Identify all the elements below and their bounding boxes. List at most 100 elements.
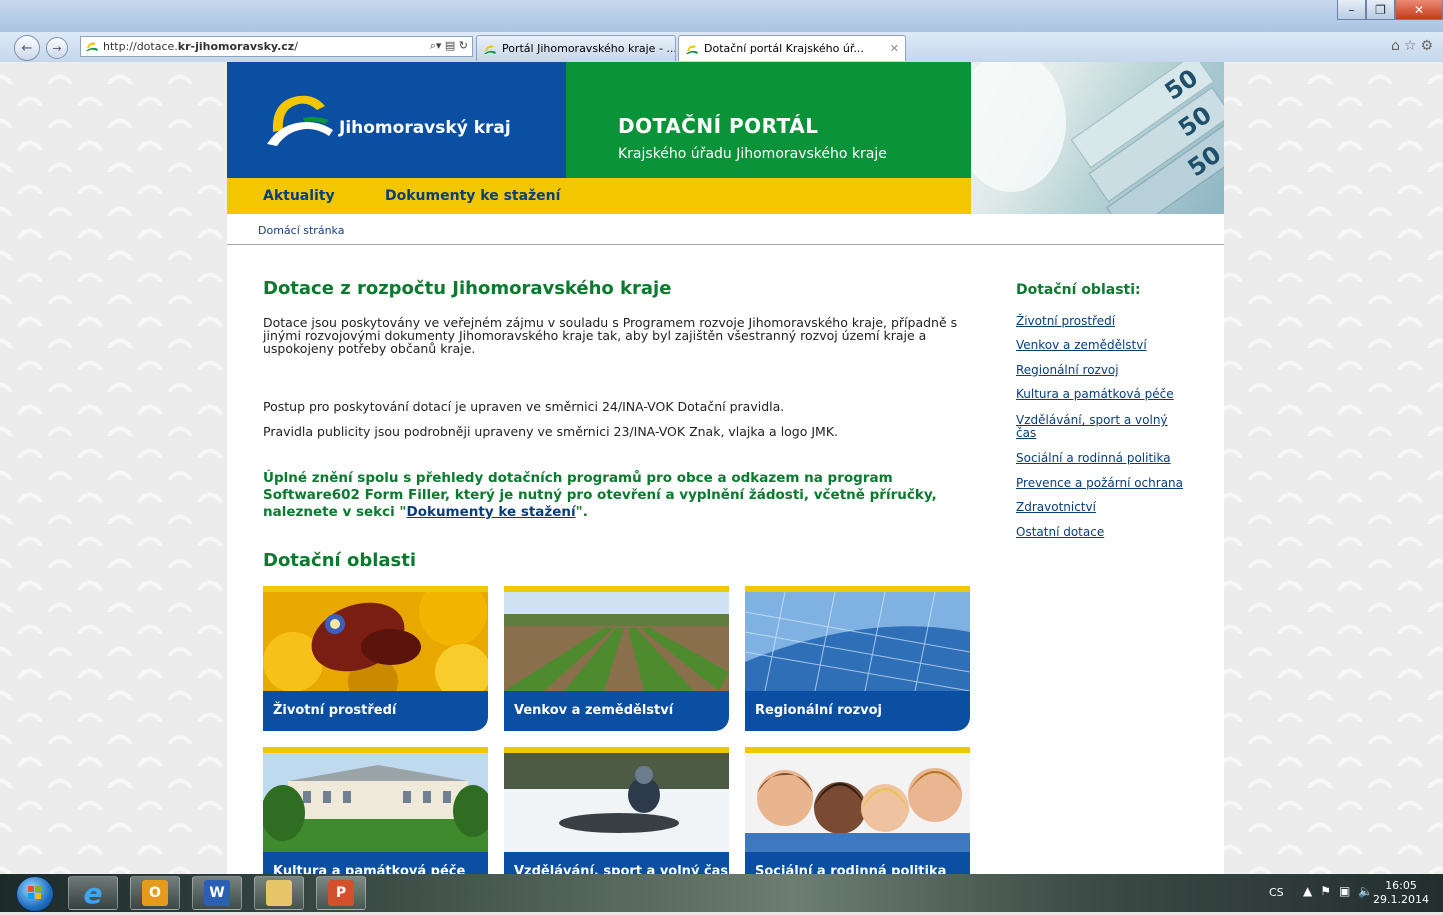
tray-icons: ▲⚑▣🔈 — [1303, 884, 1381, 898]
sidebar-link-venkov[interactable]: Venkov a zemědělství — [1016, 339, 1186, 352]
close-window-button[interactable]: ✕ — [1395, 0, 1443, 20]
taskbar-powerpoint[interactable]: P — [316, 876, 366, 910]
minimize-button[interactable]: – — [1337, 0, 1366, 20]
clock-date: 29.1.2014 — [1373, 893, 1429, 906]
word-icon: W — [204, 880, 230, 906]
portal-subtitle: Krajského úřadu Jihomoravského kraje — [618, 146, 887, 162]
window-controls: – ❐ ✕ — [1337, 0, 1443, 20]
clock-time: 16:05 — [1385, 879, 1417, 892]
powerpoint-icon: P — [328, 880, 354, 906]
snowboarder-photo — [504, 753, 729, 852]
tile-venkov[interactable]: Venkov a zemědělství — [504, 586, 729, 731]
tile-label: Životní prostředí — [263, 691, 488, 731]
young-people-photo — [745, 753, 970, 852]
address-bar[interactable]: http://dotace.kr-jihomoravsky.cz/ ⌕▾ ▤ ↻ — [80, 36, 473, 57]
sidebar-link-kultura[interactable]: Kultura a památková péče — [1016, 388, 1186, 401]
nav-aktuality[interactable]: Aktuality — [263, 188, 335, 204]
internet-explorer-icon: e — [83, 876, 103, 910]
sidebar-link-zdravotnictvi[interactable]: Zdravotnictví — [1016, 501, 1186, 514]
folder-icon — [266, 880, 292, 906]
language-indicator[interactable]: CS — [1269, 886, 1284, 899]
tab-label: Portál Jihomoravského kraje - ... — [502, 42, 676, 55]
breadcrumb[interactable]: Domácí stránka — [258, 224, 344, 237]
site-favicon-icon — [686, 45, 698, 54]
tile-zivotni-prostredi[interactable]: Životní prostředí — [263, 586, 488, 731]
page-title: Dotace z rozpočtu Jihomoravského kraje — [263, 278, 672, 299]
tile-label: Venkov a zemědělství — [504, 691, 729, 731]
tab-label: Dotační portál Krajského úř... — [704, 42, 864, 55]
forward-button[interactable]: → — [46, 37, 68, 59]
publicity-paragraph: Pravidla publicity jsou podrobněji uprav… — [263, 424, 839, 439]
sidebar-link-regionalni-rozvoj[interactable]: Regionální rozvoj — [1016, 364, 1186, 377]
sidebar-link-ostatni[interactable]: Ostatní dotace — [1016, 526, 1186, 539]
portal-title: DOTAČNÍ PORTÁL — [618, 114, 819, 138]
areas-heading: Dotační oblasti — [263, 550, 417, 571]
refresh-icon[interactable]: ↻ — [459, 39, 468, 52]
address-tools: ⌕▾ ▤ ↻ — [430, 39, 468, 53]
divider — [227, 244, 1224, 245]
chateau-photo — [263, 753, 488, 852]
clock[interactable]: 16:05 29.1.2014 — [1373, 879, 1429, 907]
tab-dotacni-portal[interactable]: Dotační portál Krajského úř... ✕ — [678, 35, 906, 61]
header-title-area: DOTAČNÍ PORTÁL Krajského úřadu Jihomorav… — [566, 62, 971, 178]
browser-titlebar: – ❐ ✕ — [0, 0, 1443, 32]
site-favicon-icon — [86, 42, 98, 51]
tile-vzdelavani[interactable]: Vzdělávání, sport a volný čas — [504, 747, 729, 874]
documents-notice: Úplné znění spolu s přehledy dotačních p… — [263, 470, 973, 521]
website: Jihomoravský kraj DOTAČNÍ PORTÁL Krajské… — [227, 62, 1224, 874]
nav-dokumenty[interactable]: Dokumenty ke stažení — [385, 188, 560, 204]
show-hidden-icons-icon[interactable]: ▲ — [1303, 884, 1320, 898]
taskbar-internet-explorer[interactable]: e — [68, 876, 118, 910]
sidebar-link-vzdelavani[interactable]: Vzdělávání, sport a volný čas — [1016, 414, 1186, 440]
favorites-star-icon[interactable]: ☆ — [1404, 38, 1421, 54]
notice-text-end: ". — [575, 504, 588, 520]
outlook-icon: O — [142, 880, 168, 906]
tile-kultura[interactable]: Kultura a památková péče — [263, 747, 488, 874]
forward-arrow-icon: → — [52, 41, 62, 55]
banknotes-image: 50 50 50 — [971, 62, 1224, 214]
back-arrow-icon: ← — [21, 40, 33, 56]
rules-paragraph: Postup pro poskytování dotací je upraven… — [263, 399, 785, 414]
glass-building-photo — [745, 592, 970, 691]
jmk-logo-icon — [267, 95, 333, 146]
compat-view-icon[interactable]: ▤ — [445, 39, 455, 52]
address-url: http://dotace.kr-jihomoravsky.cz/ — [103, 40, 298, 53]
site-favicon-icon — [484, 45, 496, 54]
header-logo-area[interactable]: Jihomoravský kraj — [227, 62, 566, 178]
tab-portal-kraje[interactable]: Portál Jihomoravského kraje - ... — [476, 35, 676, 61]
sidebar-title: Dotační oblasti: — [1016, 282, 1141, 298]
tile-socialni[interactable]: Sociální a rodinná politika — [745, 747, 970, 874]
documents-link[interactable]: Dokumenty ke stažení — [406, 504, 575, 520]
vineyard-photo — [504, 592, 729, 691]
sidebar-link-socialni[interactable]: Sociální a rodinná politika — [1016, 452, 1186, 465]
windows-logo-icon — [28, 886, 41, 899]
taskbar-word[interactable]: W — [192, 876, 242, 910]
network-icon[interactable]: ▣ — [1339, 884, 1358, 898]
action-center-flag-icon[interactable]: ⚑ — [1320, 884, 1339, 898]
home-icon[interactable]: ⌂ — [1391, 38, 1404, 54]
header-banknotes-photo: 50 50 50 — [971, 62, 1224, 214]
tile-label: Regionální rozvoj — [745, 691, 970, 731]
browser-command-icons: ⌂☆⚙ — [1391, 38, 1437, 54]
browser-navbar: ← → http://dotace.kr-jihomoravsky.cz/ ⌕▾… — [0, 32, 1443, 62]
taskbar-explorer[interactable] — [254, 876, 304, 910]
tile-label: Sociální a rodinná politika — [745, 852, 970, 874]
intro-paragraph: Dotace jsou poskytovány ve veřejném zájm… — [263, 315, 958, 356]
close-tab-icon[interactable]: ✕ — [890, 42, 899, 55]
tile-regionalni-rozvoj[interactable]: Regionální rozvoj — [745, 586, 970, 731]
search-icon[interactable]: ⌕▾ — [430, 39, 442, 52]
butterfly-photo — [263, 592, 488, 691]
sidebar-link-zivotni-prostredi[interactable]: Životní prostředí — [1016, 315, 1186, 328]
taskbar: e O W P CS ▲⚑▣🔈 16:05 29.1.2014 — [0, 874, 1443, 912]
tools-gear-icon[interactable]: ⚙ — [1420, 38, 1437, 54]
sidebar-link-prevence[interactable]: Prevence a požární ochrana — [1016, 477, 1186, 490]
notice-text: Úplné znění spolu s přehledy dotačních p… — [263, 470, 937, 520]
tile-label: Kultura a památková péče — [263, 852, 488, 874]
maximize-button[interactable]: ❐ — [1366, 0, 1395, 20]
system-tray: CS ▲⚑▣🔈 16:05 29.1.2014 — [1243, 874, 1443, 912]
tile-label: Vzdělávání, sport a volný čas — [504, 852, 729, 874]
back-button[interactable]: ← — [14, 35, 40, 61]
main-navigation: Aktuality Dokumenty ke stažení — [227, 178, 971, 214]
taskbar-outlook[interactable]: O — [130, 876, 180, 910]
start-button[interactable] — [16, 876, 54, 912]
